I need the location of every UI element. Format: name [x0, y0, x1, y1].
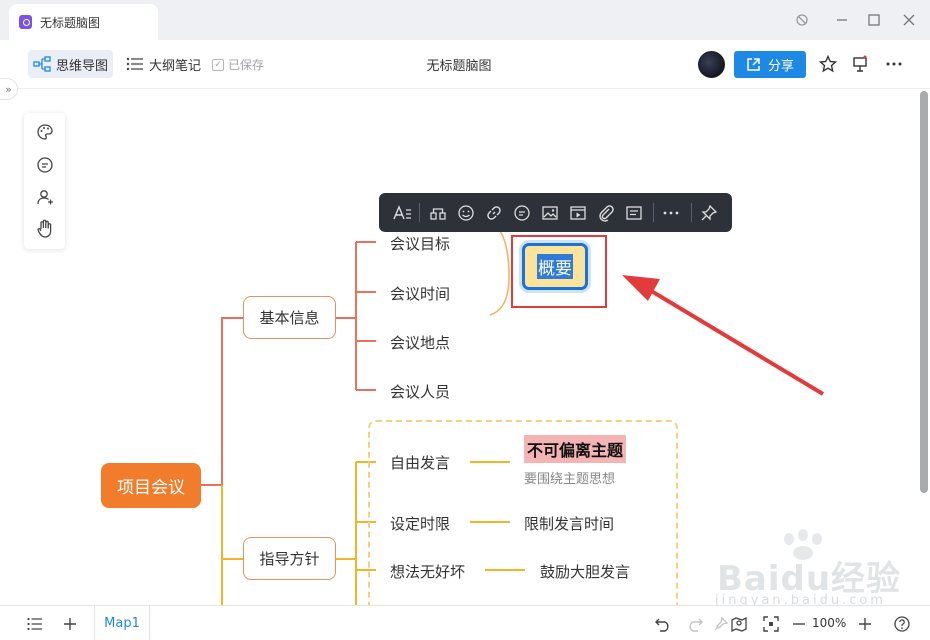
summary-node[interactable]: 概要 — [522, 243, 588, 290]
share-icon — [747, 58, 760, 71]
add-sheet-icon[interactable] — [60, 614, 80, 634]
topic-meeting-place[interactable]: 会议地点 — [390, 332, 450, 353]
topic-note: 要围绕主题思想 — [524, 472, 616, 487]
root-node[interactable]: 项目会议 — [101, 463, 201, 508]
redo-icon[interactable] — [685, 614, 705, 634]
comment-icon[interactable] — [511, 202, 533, 224]
watermark-url: jingyan.baidu.com — [715, 593, 886, 605]
topic-meeting-time[interactable]: 会议时间 — [390, 283, 450, 304]
topic-no-bad-ideas[interactable]: 想法无好坏 — [390, 561, 465, 582]
zoom-level[interactable]: 100% — [812, 616, 846, 630]
mindmap-canvas[interactable]: 项目会议 基本信息 会议目标 会议时间 会议地点 会议人员 指导方针 自由发言 … — [0, 89, 930, 605]
user-avatar[interactable] — [698, 51, 725, 78]
share-button[interactable]: 分享 — [734, 51, 806, 78]
hand-pan-icon[interactable] — [35, 219, 55, 239]
sheet-list-icon[interactable] — [25, 614, 45, 634]
branch-node-guidelines[interactable]: 指导方针 — [243, 537, 336, 580]
refresh-icon[interactable] — [793, 11, 811, 29]
branch-node-basic-info[interactable]: 基本信息 — [243, 296, 336, 339]
comment-panel-icon[interactable] — [35, 155, 55, 175]
window-tab-title: 无标题脑图 — [40, 15, 101, 30]
presentation-icon[interactable] — [850, 54, 870, 74]
zoom-out-icon[interactable] — [789, 614, 809, 634]
topic-meeting-attendees[interactable]: 会议人员 — [390, 381, 450, 402]
user-add-icon[interactable] — [35, 187, 55, 207]
share-label: 分享 — [767, 59, 794, 74]
undo-icon[interactable] — [653, 614, 673, 634]
more-options-icon[interactable] — [884, 54, 904, 74]
topic-free-speech[interactable]: 自由发言 — [390, 452, 450, 473]
vertical-scrollbar[interactable] — [920, 91, 928, 493]
image-icon[interactable] — [539, 202, 561, 224]
pin-icon[interactable] — [698, 202, 720, 224]
link-icon[interactable] — [483, 202, 505, 224]
app-logo-icon — [19, 15, 32, 29]
emoji-icon[interactable] — [455, 202, 477, 224]
left-tool-panel — [24, 113, 65, 249]
fit-screen-icon[interactable] — [761, 614, 781, 634]
map-locate-icon[interactable] — [729, 614, 749, 634]
more-tools-icon[interactable] — [660, 202, 682, 224]
close-icon[interactable] — [900, 11, 918, 29]
node-structure-icon[interactable] — [427, 202, 449, 224]
video-icon[interactable] — [567, 202, 589, 224]
format-painter-icon[interactable] — [711, 614, 731, 634]
star-icon[interactable] — [818, 54, 838, 74]
minimize-icon[interactable] — [833, 11, 851, 29]
title-bar: 无标题脑图 — [0, 0, 930, 40]
window-tab[interactable]: 无标题脑图 — [9, 4, 158, 40]
help-icon[interactable] — [892, 614, 912, 634]
topic-limit-speech-time[interactable]: 限制发言时间 — [524, 513, 614, 534]
topic-meeting-goal[interactable]: 会议目标 — [390, 233, 450, 254]
text-style-icon[interactable] — [391, 202, 413, 224]
sheet-tab-map1[interactable]: Map1 — [94, 606, 150, 640]
baidu-watermark: Baidu经验 jingyan.baidu.com — [707, 529, 907, 605]
maximize-icon[interactable] — [865, 11, 883, 29]
summary-node-text[interactable]: 概要 — [537, 254, 573, 279]
bottom-bar: Map1 100% — [0, 605, 930, 640]
topic-time-limit[interactable]: 设定时限 — [390, 513, 450, 534]
topic-encourage-bold[interactable]: 鼓励大胆发言 — [540, 561, 630, 582]
palette-icon[interactable] — [35, 122, 55, 142]
attachment-icon[interactable] — [595, 202, 617, 224]
node-floating-toolbar — [379, 193, 732, 232]
note-icon[interactable] — [623, 202, 645, 224]
main-toolbar: 思维导图 大纲笔记 ✓ 已保存 无标题脑图 分享 — [0, 40, 930, 89]
topic-stay-on-topic[interactable]: 不可偏离主题 — [524, 435, 627, 463]
zoom-in-icon[interactable] — [855, 614, 875, 634]
